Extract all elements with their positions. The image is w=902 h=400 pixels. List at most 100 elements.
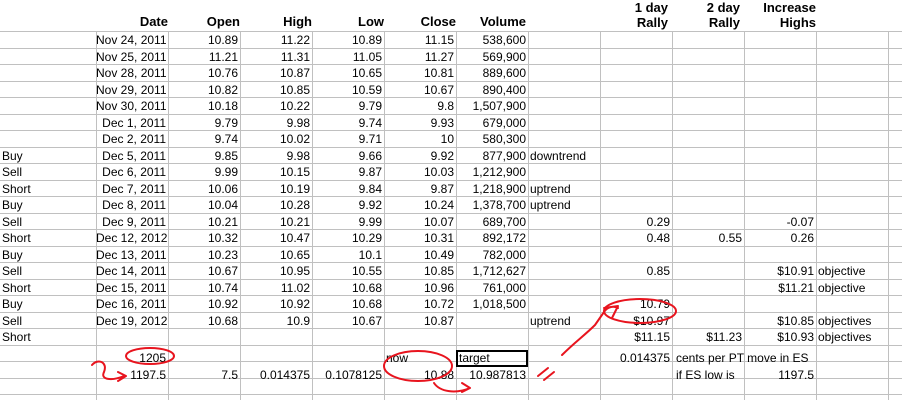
row-signal-label[interactable]: Sell [2,214,92,230]
row-1day-rally[interactable] [600,32,670,48]
row-objective-note[interactable] [818,98,902,114]
row-close[interactable]: 10.72 [384,296,454,312]
row-open[interactable]: 10.74 [168,280,238,296]
row-increase-highs[interactable] [744,98,814,114]
row-objective-note[interactable] [818,181,902,197]
row-2day-rally[interactable] [672,131,742,147]
row-increase-highs[interactable]: $10.93 [744,329,814,345]
row-low[interactable]: 9.87 [312,164,382,180]
header-low[interactable]: Low [316,14,384,29]
row-high[interactable]: 10.15 [240,164,310,180]
row-date[interactable]: Dec 19, 2012 [96,313,167,329]
row-trend-note[interactable] [530,164,600,180]
row-high[interactable]: 10.87 [240,65,310,81]
header-rally2-line1[interactable]: 2 day [672,0,740,15]
row-trend-note[interactable] [530,329,600,345]
row-signal-label[interactable]: Buy [2,247,92,263]
row-objective-note[interactable] [818,131,902,147]
row-date[interactable]: Nov 30, 2011 [96,98,167,114]
calc-product[interactable]: 0.1078125 [312,367,382,383]
row-signal-label[interactable]: Short [2,280,92,296]
row-trend-note[interactable] [530,247,600,263]
row-2day-rally[interactable] [672,280,742,296]
row-increase-highs[interactable] [744,296,814,312]
row-low[interactable]: 9.99 [312,214,382,230]
row-objective-note[interactable] [818,230,902,246]
row-trend-note[interactable] [530,49,600,65]
calc-points-diff[interactable]: 7.5 [168,367,238,383]
row-2day-rally[interactable] [672,214,742,230]
row-date[interactable]: Dec 7, 2011 [96,181,166,197]
row-open[interactable]: 10.23 [168,247,238,263]
row-1day-rally[interactable] [600,197,670,213]
calc-target-label[interactable]: target [459,350,529,366]
row-volume[interactable]: 569,900 [456,49,526,65]
row-increase-highs[interactable] [744,65,814,81]
row-1day-rally[interactable] [600,181,670,197]
row-2day-rally[interactable] [672,49,742,65]
row-signal-label[interactable] [2,98,92,114]
header-rally1-line1[interactable]: 1 day [600,0,668,15]
row-close[interactable]: 10 [384,131,454,147]
row-date[interactable]: Dec 1, 2011 [96,115,166,131]
row-increase-highs[interactable]: $11.21 [744,280,814,296]
row-open[interactable]: 9.85 [168,148,238,164]
row-close[interactable]: 9.87 [384,181,454,197]
row-open[interactable]: 10.32 [168,230,238,246]
row-volume[interactable]: 689,700 [456,214,526,230]
row-1day-rally[interactable] [600,98,670,114]
row-objective-note[interactable] [818,247,902,263]
row-high[interactable]: 10.65 [240,247,310,263]
row-trend-note[interactable] [530,115,600,131]
row-2day-rally[interactable] [672,82,742,98]
row-signal-label[interactable] [2,32,92,48]
row-increase-highs[interactable] [744,115,814,131]
calc-cents-per-pt[interactable]: 0.014375 [600,350,670,366]
row-trend-note[interactable] [530,263,600,279]
row-objective-note[interactable] [818,32,902,48]
row-1day-rally[interactable]: $11.15 [600,329,670,345]
row-increase-highs[interactable]: $10.91 [744,263,814,279]
row-volume[interactable]: 892,172 [456,230,526,246]
row-open[interactable]: 9.79 [168,115,238,131]
row-signal-label[interactable]: Sell [2,263,92,279]
row-signal-label[interactable]: Short [2,181,92,197]
row-increase-highs[interactable] [744,164,814,180]
row-2day-rally[interactable] [672,247,742,263]
header-date[interactable]: Date [95,14,168,29]
row-1day-rally[interactable] [600,65,670,81]
row-increase-highs[interactable] [744,82,814,98]
row-objective-note[interactable] [818,115,902,131]
calc-es-low-value[interactable]: 1197.5 [96,367,166,383]
row-signal-label[interactable]: Buy [2,296,92,312]
row-increase-highs[interactable] [744,247,814,263]
row-signal-label[interactable] [2,65,92,81]
row-signal-label[interactable]: Sell [2,313,92,329]
row-close[interactable]: 11.27 [384,49,454,65]
row-open[interactable]: 10.68 [168,313,238,329]
row-objective-note[interactable]: objectives [818,329,902,345]
header-increase-line1[interactable]: Increase [746,0,816,15]
row-date[interactable]: Nov 29, 2011 [96,82,167,98]
row-increase-highs[interactable]: -0.07 [744,214,814,230]
row-open[interactable]: 10.82 [168,82,238,98]
row-open[interactable]: 10.89 [168,32,238,48]
row-2day-rally[interactable] [672,115,742,131]
calc-target-price[interactable]: 10.987813 [456,367,526,383]
row-signal-label[interactable] [2,49,92,65]
row-open[interactable]: 9.74 [168,131,238,147]
header-increase-line2[interactable]: Highs [746,15,816,30]
row-date[interactable]: Dec 16, 2011 [96,296,167,312]
row-2day-rally[interactable] [672,65,742,81]
header-volume[interactable]: Volume [458,14,526,29]
calc-es-now-value[interactable]: 1205 [96,350,166,366]
calc-now-label[interactable]: now [386,350,456,366]
row-1day-rally[interactable] [600,164,670,180]
row-1day-rally[interactable] [600,247,670,263]
row-close[interactable]: 10.49 [384,247,454,263]
row-date[interactable]: Dec 5, 2011 [96,148,166,164]
row-low[interactable]: 10.68 [312,280,382,296]
row-open[interactable]: 10.18 [168,98,238,114]
row-open[interactable]: 10.67 [168,263,238,279]
row-low[interactable]: 9.66 [312,148,382,164]
